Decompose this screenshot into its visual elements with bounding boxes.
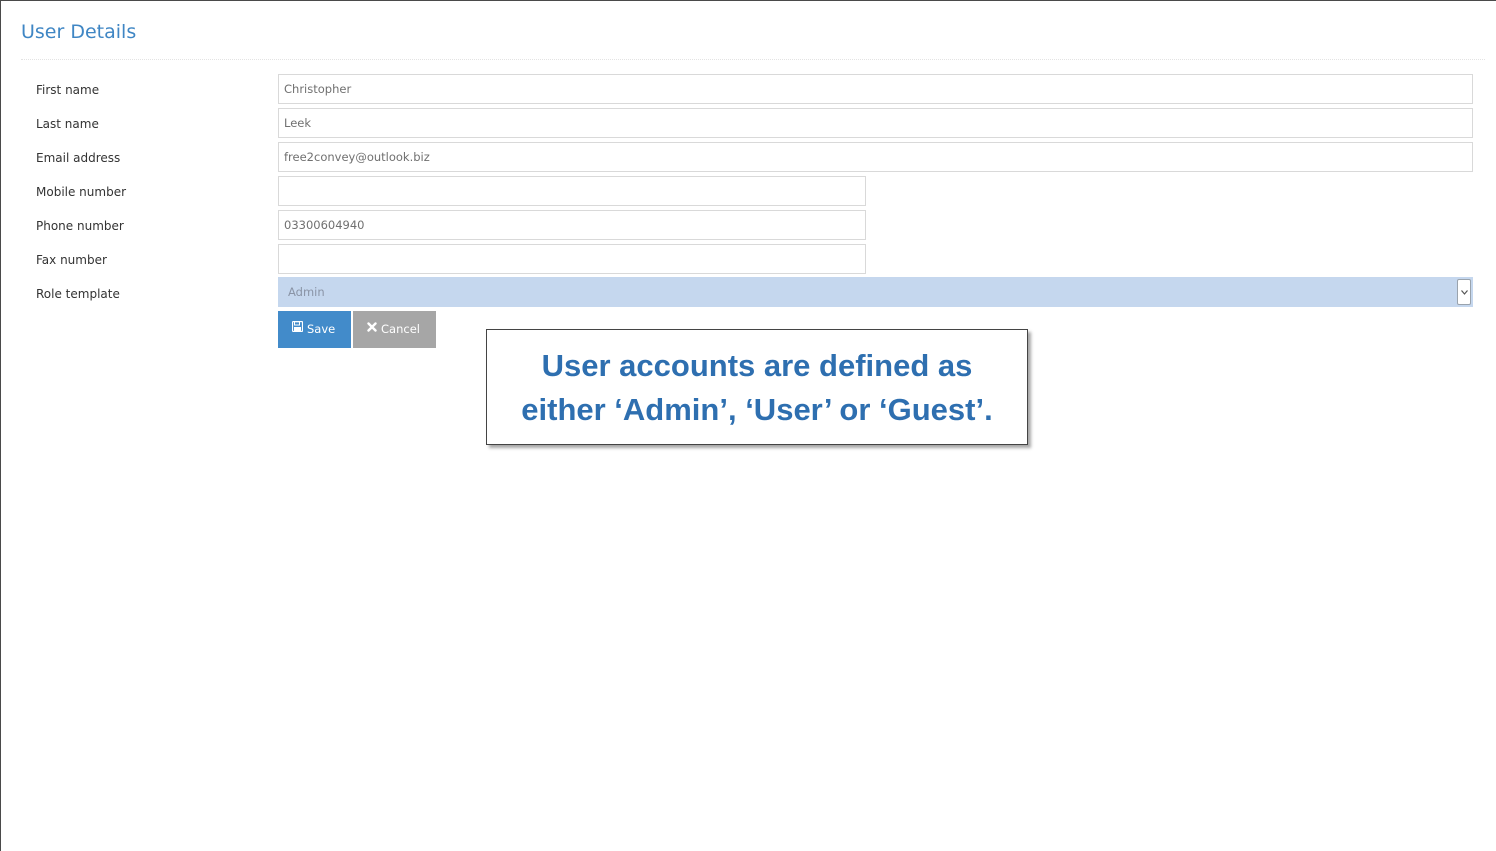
role-template-select[interactable]: Admin [278, 277, 1473, 307]
save-button[interactable]: Save [278, 311, 351, 348]
fax-label: Fax number [36, 253, 107, 267]
save-button-label: Save [307, 322, 336, 336]
callout-line-1: User accounts are defined as [541, 348, 973, 383]
role-template-value: Admin [288, 285, 325, 299]
app-frame: User Details First name Christopher Last… [0, 0, 1496, 851]
email-label: Email address [36, 151, 121, 165]
callout-line-2: either ‘Admin’, ‘User’ or ‘Guest’. [521, 392, 993, 427]
chevron-down-icon[interactable] [1457, 279, 1471, 305]
mobile-field[interactable] [278, 176, 866, 206]
cancel-button-label: Cancel [381, 322, 420, 336]
info-callout: User accounts are defined as either ‘Adm… [486, 329, 1028, 445]
cancel-button[interactable]: Cancel [353, 311, 436, 348]
fax-field[interactable] [278, 244, 866, 274]
role-template-label: Role template [36, 287, 120, 301]
title-divider [21, 59, 1485, 60]
last-name-label: Last name [36, 117, 99, 131]
close-icon [367, 310, 377, 347]
email-field[interactable]: free2convey@outlook.biz [278, 142, 1473, 172]
mobile-label: Mobile number [36, 185, 127, 199]
phone-field[interactable]: 03300604940 [278, 210, 866, 240]
last-name-field[interactable]: Leek [278, 108, 1473, 138]
floppy-disk-icon [291, 310, 304, 347]
page-title: User Details [21, 21, 137, 43]
first-name-label: First name [36, 83, 100, 97]
phone-label: Phone number [36, 219, 124, 233]
first-name-field[interactable]: Christopher [278, 74, 1473, 104]
